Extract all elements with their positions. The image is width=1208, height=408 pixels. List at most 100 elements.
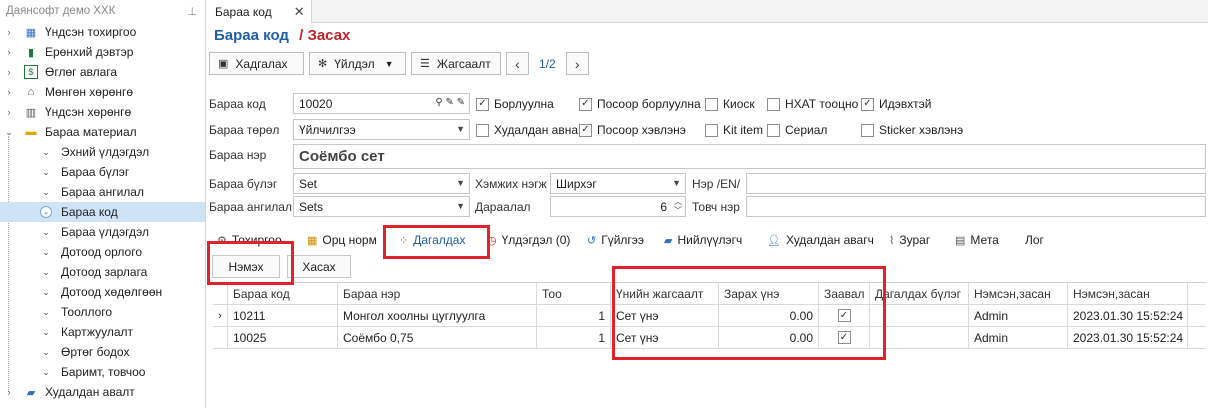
checkbox-checked[interactable]: ✓ <box>579 97 592 111</box>
sidebar-subitem-internal-receipt[interactable]: ⌄ Дотоод орлого <box>0 242 205 262</box>
sidebar-subitem-cost-calc[interactable]: ⌄ Өртөг бодох <box>0 342 205 362</box>
tab-balance[interactable]: ◷ Үлдэгдэл (0) <box>487 229 570 251</box>
name-en-input[interactable] <box>746 173 1206 194</box>
collapse-arrow-icon[interactable]: ⌄ <box>4 127 14 138</box>
order-stepper[interactable]: 6 ︿ ﹀ <box>550 196 686 217</box>
sidebar-item-cash[interactable]: › ⌂ Мөнгөн хөрөнгө <box>0 82 205 102</box>
checkbox-checked[interactable]: ✓ <box>579 123 592 137</box>
tab-buyer[interactable]: 👤︎ Худалдан авагч <box>767 229 874 251</box>
tab-settings[interactable]: ⚙ Тохиргоо <box>217 229 282 251</box>
item-category-select[interactable]: Sets ▼ <box>293 196 470 217</box>
cell-pricelist[interactable]: Сет үнэ <box>611 305 719 326</box>
vat-checkbox[interactable]: НХАТ тооцно <box>767 97 858 111</box>
tab-component-norm[interactable]: ▦ Орц норм <box>307 229 377 251</box>
cell-group[interactable] <box>870 327 969 348</box>
checkbox-unchecked[interactable] <box>861 123 874 137</box>
sellable-checkbox[interactable]: ✓ Борлуулна <box>476 97 554 111</box>
column-header[interactable]: Дагалдах бүлэг <box>870 283 969 304</box>
cell-required[interactable]: ✓ <box>819 305 870 326</box>
list-button[interactable]: ☰ Жагсаалт <box>411 52 501 75</box>
tab-transactions[interactable]: ↺ Гүйлгээ <box>587 229 644 251</box>
item-group-select[interactable]: Set ▼ <box>293 173 470 194</box>
tab-log[interactable]: Лог <box>1025 229 1044 251</box>
tab-meta[interactable]: ▤ Мета <box>955 229 999 251</box>
sticker-checkbox[interactable]: Sticker хэвлэнэ <box>861 123 963 137</box>
column-header[interactable]: Нэмсэн,засан <box>1068 283 1188 304</box>
cell-required[interactable]: ✓ <box>819 327 870 348</box>
item-name-input[interactable]: Соёмбо сет <box>293 144 1206 169</box>
stepper-arrows-icon[interactable]: ︿ ﹀ <box>674 197 682 215</box>
table-row[interactable]: › 10211 Монгол хоолны цуглуулга 1 Сет үн… <box>213 305 1206 327</box>
kiosk-checkbox[interactable]: Киоск <box>705 97 755 111</box>
item-type-select[interactable]: Үйлчилгээ ▼ <box>293 119 470 140</box>
sidebar-item-fixed-assets[interactable]: › ▥ Үндсэн хөрөнгө <box>0 102 205 122</box>
cell-price[interactable]: 0.00 <box>719 327 819 348</box>
search-edit-icons[interactable]: ⚲ ✎ ✎ <box>435 97 465 108</box>
column-header[interactable]: Үнийн жагсаалт <box>611 283 719 304</box>
sidebar-item-purchasing[interactable]: › ▰ Худалдан авалт <box>0 382 205 402</box>
sidebar-item-general-ledger[interactable]: › ▮ Ерөнхий дэвтэр <box>0 42 205 62</box>
previous-record-button[interactable]: ‹ <box>506 52 529 75</box>
checkbox-checked[interactable]: ✓ <box>476 97 489 111</box>
tab-item-code[interactable]: Бараа код ✕ <box>206 0 312 23</box>
expand-arrow-icon[interactable]: › <box>4 27 14 37</box>
sidebar-item-general-settings[interactable]: › ▦ Үндсэн тохиргоо <box>0 22 205 42</box>
tab-supplier[interactable]: ▰ Нийлүүлэгч <box>664 229 742 251</box>
checkbox-checked[interactable]: ✓ <box>861 97 874 111</box>
add-row-button[interactable]: Нэмэх <box>212 255 280 278</box>
sidebar-subitem-internal-issue[interactable]: ⌄ Дотоод зарлага <box>0 262 205 282</box>
cell-code[interactable]: 10025 <box>228 327 338 348</box>
sidebar-subitem-item-balance[interactable]: ⌄ Бараа үлдэгдэл <box>0 222 205 242</box>
sidebar-subitem-cards[interactable]: ⌄ Картжуулалт <box>0 322 205 342</box>
sidebar-subitem-item-category[interactable]: ⌄ Бараа ангилал <box>0 182 205 202</box>
save-button[interactable]: ▣ Хадгалах <box>209 52 304 75</box>
serial-checkbox[interactable]: Сериал <box>767 123 827 137</box>
cell-qty[interactable]: 1 <box>537 305 611 326</box>
cell-name[interactable]: Соёмбо 0,75 <box>338 327 537 348</box>
sidebar-item-inventory[interactable]: ⌄ ▬ Бараа материал <box>0 122 205 142</box>
sidebar-subitem-opening-balance[interactable]: ⌄ Эхний үлдэгдэл <box>0 142 205 162</box>
cell-code[interactable]: 10211 <box>228 305 338 326</box>
sidebar-subitem-stocktake[interactable]: ⌄ Тооллого <box>0 302 205 322</box>
expand-arrow-icon[interactable]: › <box>4 107 14 117</box>
checkbox-unchecked[interactable] <box>767 97 780 111</box>
checkbox-checked[interactable]: ✓ <box>837 331 851 344</box>
checkbox-unchecked[interactable] <box>705 97 718 111</box>
purchase-checkbox[interactable]: Худалдан авна <box>476 123 578 137</box>
column-header[interactable]: Тоо <box>537 283 611 304</box>
remove-row-button[interactable]: Хасах <box>287 255 351 278</box>
column-header[interactable]: Заавал <box>819 283 870 304</box>
unit-select[interactable]: Ширхэг ▼ <box>550 173 686 194</box>
sidebar-subitem-item-code[interactable]: ⌄ Бараа код <box>0 202 205 222</box>
pos-sell-checkbox[interactable]: ✓ Посоор борлуулна <box>579 97 701 111</box>
expand-arrow-icon[interactable]: › <box>4 67 14 77</box>
pin-icon[interactable]: ⊥ <box>187 5 197 18</box>
tab-image[interactable]: ⌇ Зураг <box>889 229 930 251</box>
next-record-button[interactable]: › <box>565 52 589 75</box>
sidebar-subitem-documents-reports[interactable]: ⌄ Баримт, товчоо <box>0 362 205 382</box>
close-icon[interactable]: ✕ <box>294 4 305 20</box>
sidebar-subitem-item-group[interactable]: ⌄ Бараа бүлэг <box>0 162 205 182</box>
checkbox-unchecked[interactable] <box>767 123 780 137</box>
column-header[interactable]: Бараа нэр <box>338 283 537 304</box>
column-header[interactable]: Бараа код <box>228 283 338 304</box>
cell-pricelist[interactable]: Сет үнэ <box>611 327 719 348</box>
sidebar-subitem-internal-transfer[interactable]: ⌄ Дотоод хөдөлгөөн <box>0 282 205 302</box>
checkbox-checked[interactable]: ✓ <box>837 309 851 322</box>
expand-arrow-icon[interactable]: › <box>4 87 14 97</box>
active-checkbox[interactable]: ✓ Идэвхтэй <box>861 97 931 111</box>
sidebar-item-payables-receivables[interactable]: › $ Өглөг авлага <box>0 62 205 82</box>
cell-price[interactable]: 0.00 <box>719 305 819 326</box>
short-name-input[interactable] <box>746 196 1206 217</box>
table-row[interactable]: 10025 Соёмбо 0,75 1 Сет үнэ 0.00 ✓ Admin… <box>213 327 1206 349</box>
cell-group[interactable] <box>870 305 969 326</box>
actions-dropdown-button[interactable]: ✻ Үйлдэл ▼ <box>309 52 406 75</box>
checkbox-unchecked[interactable] <box>476 123 489 137</box>
cell-name[interactable]: Монгол хоолны цуглуулга <box>338 305 537 326</box>
column-header[interactable]: Зарах үнэ <box>719 283 819 304</box>
checkbox-unchecked[interactable] <box>705 123 718 137</box>
pos-print-checkbox[interactable]: ✓ Посоор хэвлэнэ <box>579 123 686 137</box>
item-code-input[interactable]: 10020 ⚲ ✎ ✎ <box>293 93 470 114</box>
kit-item-checkbox[interactable]: Kit item <box>705 123 763 137</box>
expand-arrow-icon[interactable]: › <box>4 387 14 397</box>
